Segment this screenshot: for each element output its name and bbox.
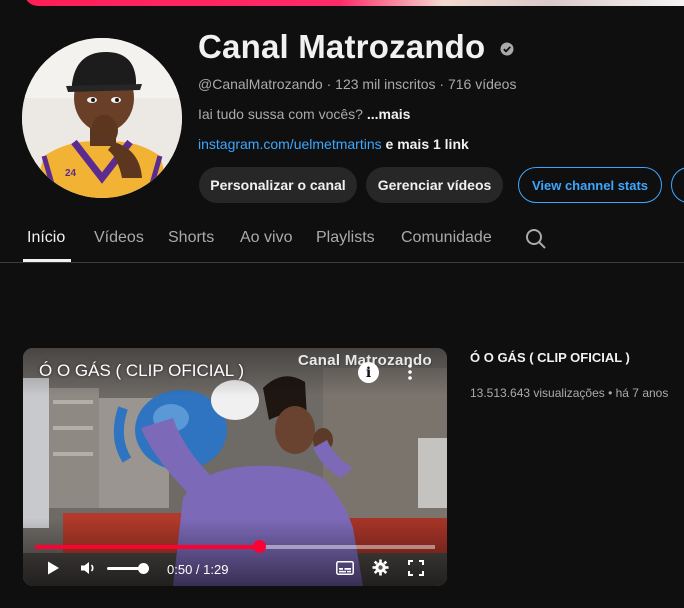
- avatar-image: 24: [22, 38, 182, 198]
- video-time: 0:50 / 1:29: [167, 562, 229, 577]
- channel-avatar[interactable]: 24: [22, 38, 182, 198]
- play-icon[interactable]: [45, 560, 61, 576]
- channel-tabs: Início Vídeos Shorts Ao vivo Playlists C…: [0, 220, 684, 263]
- youtube-channel-page: 24 Canal Matrozando @CanalMatrozando · 1…: [0, 0, 684, 608]
- tab-comunidade[interactable]: Comunidade: [401, 229, 492, 247]
- progress-bar[interactable]: [35, 540, 435, 553]
- channel-description[interactable]: Iai tudo sussa com vocês? ...mais: [198, 106, 410, 122]
- description-more-link[interactable]: ...mais: [367, 106, 411, 122]
- featured-video-title[interactable]: Ó O GÁS ( CLIP OFICIAL ): [470, 350, 630, 365]
- channel-banner: [24, 0, 684, 6]
- featured-video-player[interactable]: Ó O GÁS ( CLIP OFICIAL ) Canal Matrozand…: [23, 348, 447, 586]
- instagram-link[interactable]: instagram.com/uelmetmartins: [198, 136, 382, 152]
- tab-shorts[interactable]: Shorts: [168, 229, 214, 247]
- tab-playlists[interactable]: Playlists: [316, 229, 375, 247]
- more-links-button[interactable]: e mais 1 link: [386, 136, 469, 152]
- tab-inicio[interactable]: Início: [27, 229, 65, 247]
- progress-played: [35, 545, 260, 549]
- volume-slider[interactable]: [107, 563, 149, 574]
- featured-video-meta: 13.513.643 visualizações • há 7 anos: [470, 386, 669, 400]
- channel-stats-button[interactable]: View channel stats: [518, 167, 662, 203]
- settings-gear-icon[interactable]: [372, 559, 389, 576]
- tab-videos[interactable]: Vídeos: [94, 229, 144, 247]
- channel-links: instagram.com/uelmetmartins e mais 1 lin…: [198, 136, 469, 152]
- player-overlay-title[interactable]: Ó O GÁS ( CLIP OFICIAL ): [39, 361, 244, 381]
- svg-text:24: 24: [65, 168, 77, 179]
- search-icon[interactable]: [525, 228, 547, 250]
- channel-description-text: Iai tudo sussa com vocês?: [198, 106, 363, 122]
- channel-title: Canal Matrozando: [198, 28, 486, 65]
- volume-slider-knob[interactable]: [137, 563, 149, 574]
- info-icon[interactable]: i: [358, 362, 379, 383]
- tabs-divider: [0, 262, 684, 263]
- volume-icon[interactable]: [80, 560, 98, 576]
- channel-handle-stats: @CanalMatrozando · 123 mil inscritos · 7…: [198, 76, 517, 92]
- fullscreen-icon[interactable]: [408, 560, 424, 576]
- tab-ao-vivo[interactable]: Ao vivo: [240, 229, 292, 247]
- manage-videos-button[interactable]: Gerenciar vídeos: [366, 167, 503, 203]
- extra-action-button[interactable]: [671, 167, 684, 203]
- verified-check-icon: [500, 42, 514, 56]
- customize-channel-button[interactable]: Personalizar o canal: [199, 167, 357, 203]
- video-frame: [23, 348, 447, 586]
- subtitles-icon[interactable]: [336, 561, 354, 575]
- more-vert-icon[interactable]: [403, 362, 417, 382]
